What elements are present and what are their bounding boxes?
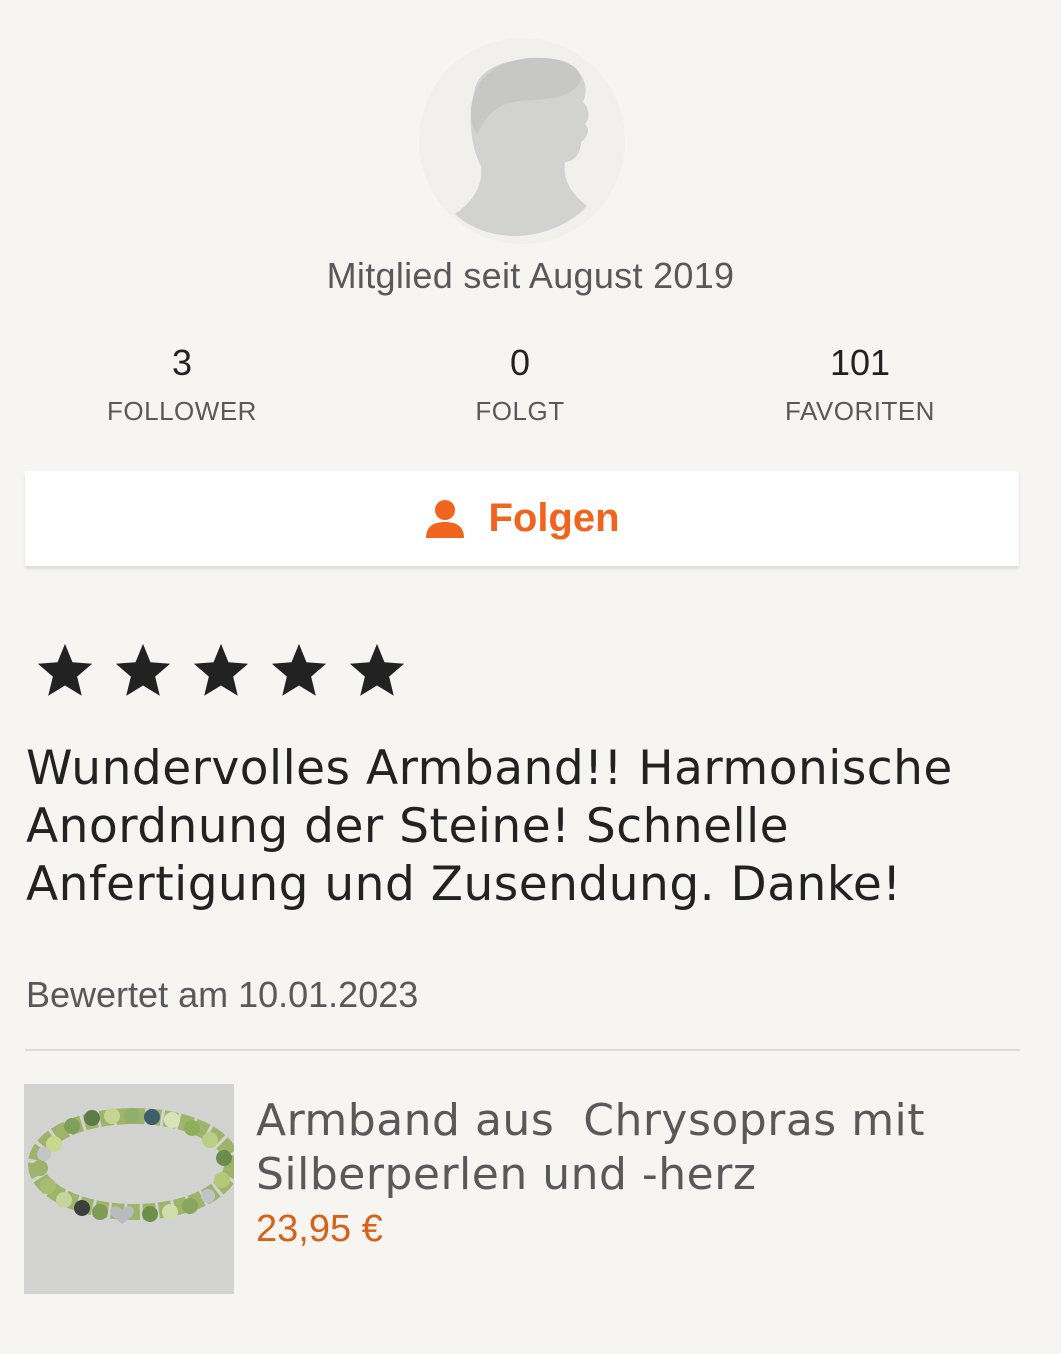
profile-stats: 3 FOLLOWER 0 FOLGT 101 FAVORITEN (0, 342, 1061, 442)
product-price: 23,95 € (256, 1208, 383, 1250)
stat-followers[interactable]: 3 FOLLOWER (32, 342, 332, 427)
default-user-silhouette-icon (455, 57, 589, 236)
star-icon (271, 643, 327, 696)
product-image[interactable] (24, 1084, 234, 1294)
star-icon (37, 643, 93, 696)
stat-favorites[interactable]: 101 FAVORITEN (710, 342, 1010, 427)
star-icon (349, 643, 405, 696)
followers-label: FOLLOWER (107, 396, 257, 426)
member-since-text: Mitglied seit August 2019 (326, 255, 735, 296)
review-page: Mitglied seit August 2019 3 FOLLOWER 0 F… (0, 0, 1061, 1354)
following-label: FOLGT (475, 396, 565, 426)
stat-following[interactable]: 0 FOLGT (370, 342, 670, 427)
star-icon (115, 643, 171, 696)
follow-button-label: Folgen (488, 496, 620, 540)
following-count: 0 (509, 342, 531, 383)
bracelet-image (24, 1084, 234, 1294)
divider (25, 1049, 1020, 1051)
followers-count: 3 (171, 342, 193, 383)
favorites-count: 101 (829, 342, 891, 383)
favorites-label: FAVORITEN (785, 396, 935, 426)
reviewer-avatar[interactable] (419, 38, 625, 244)
review-text: Wundervolles Armband!! Harmonische Anord… (26, 741, 953, 912)
product-title-link[interactable]: Armband aus Chrysopras mit Silberperlen … (256, 1094, 1016, 1202)
review-date: Bewertet am 10.01.2023 (26, 974, 419, 1015)
follow-button[interactable]: Folgen (25, 471, 1019, 566)
user-icon (426, 499, 465, 538)
star-rating (34, 640, 424, 702)
star-icon (193, 643, 249, 696)
